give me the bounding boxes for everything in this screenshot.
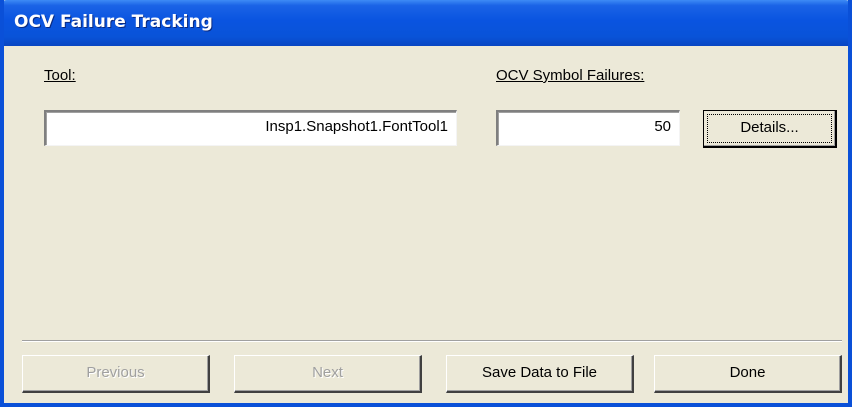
title-bar[interactable]: OCV Failure Tracking [4, 0, 848, 46]
details-button-label: Details... [707, 114, 832, 143]
done-button[interactable]: Done [654, 355, 842, 393]
previous-button[interactable]: Previous [22, 355, 210, 393]
details-button[interactable]: Details... [703, 110, 837, 148]
tool-field[interactable]: Insp1.Snapshot1.FontTool1 [44, 110, 457, 146]
window-title: OCV Failure Tracking [14, 12, 213, 32]
separator-line [22, 340, 842, 342]
next-button[interactable]: Next [234, 355, 422, 393]
ocv-failure-tracking-window: OCV Failure Tracking Tool: Insp1.Snapsho… [0, 0, 852, 407]
ocv-symbol-failures-label: OCV Symbol Failures: [496, 67, 645, 84]
tool-label: Tool: [44, 67, 76, 84]
save-data-to-file-button[interactable]: Save Data to File [446, 355, 634, 393]
ocv-symbol-failures-field[interactable]: 50 [496, 110, 680, 146]
